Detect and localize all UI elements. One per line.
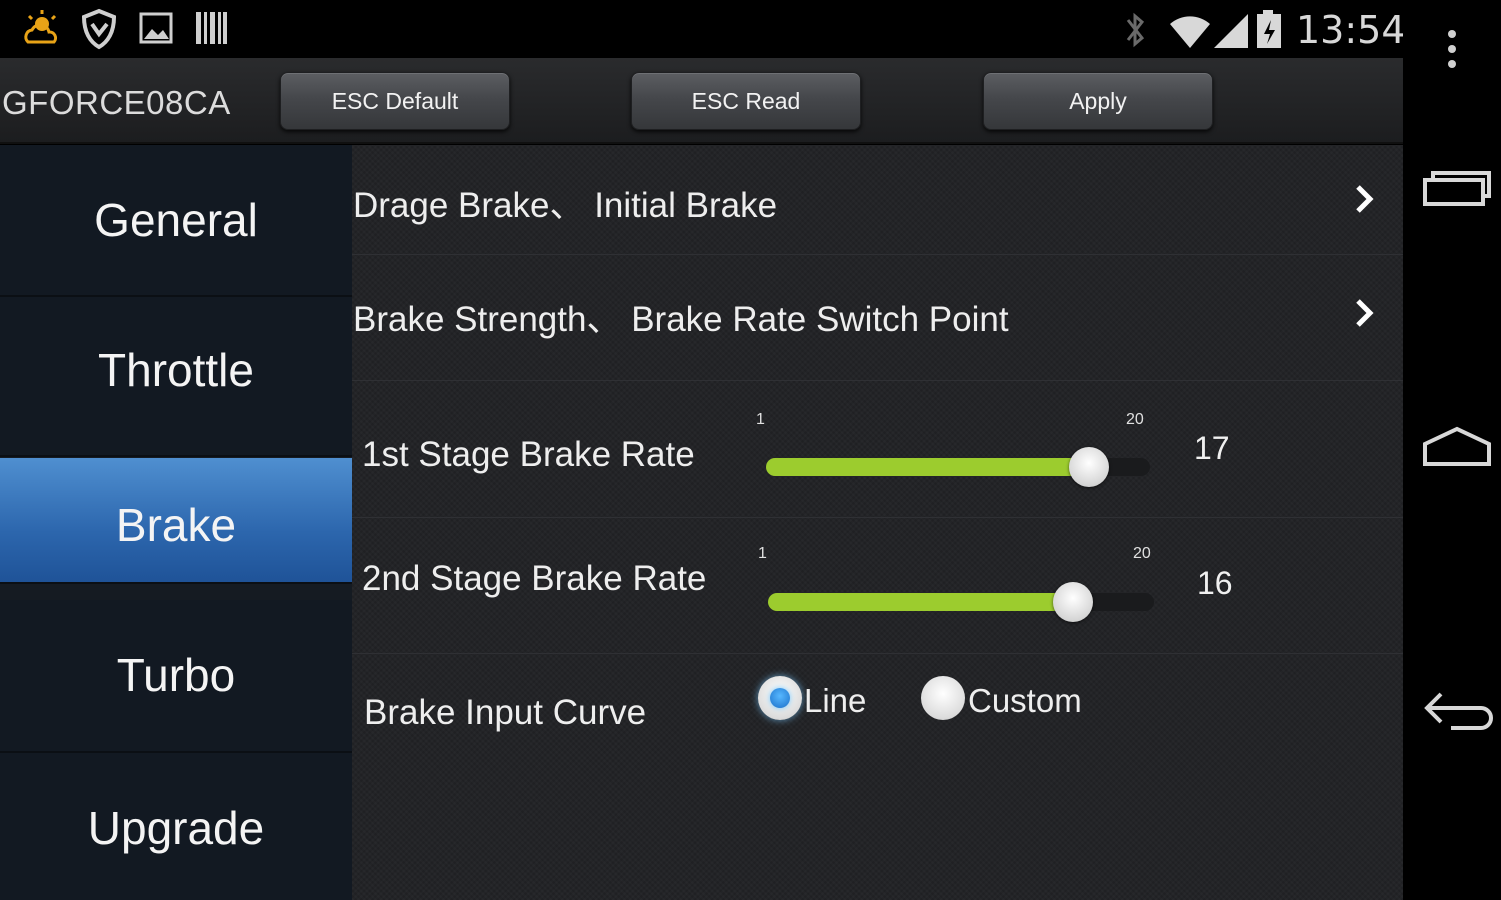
wifi-icon (1170, 16, 1210, 48)
image-icon (139, 12, 173, 44)
slider-min-label: 1 (756, 411, 765, 428)
sidebar-item-upgrade[interactable]: Upgrade (0, 753, 352, 900)
clock-time: 13:54 (1296, 8, 1406, 52)
bluetooth-icon (1126, 12, 1145, 48)
brake-settings-panel: Drage Brake、 Initial Brake Brake Strengt… (352, 145, 1403, 900)
slider-fill (768, 593, 1073, 611)
custom-radio-label[interactable]: Custom (968, 682, 1082, 720)
custom-radio[interactable] (921, 676, 965, 720)
barcode-icon (196, 12, 227, 44)
slider-thumb[interactable] (1053, 582, 1093, 622)
second-stage-brake-rate-label: 2nd Stage Brake Rate (362, 559, 707, 598)
drag-brake-row[interactable]: Drage Brake、 Initial Brake (352, 145, 1403, 255)
divider (352, 517, 1403, 518)
first-stage-brake-rate-label: 1st Stage Brake Rate (362, 435, 695, 474)
second-stage-brake-rate-slider[interactable] (768, 593, 1154, 611)
second-stage-brake-rate-value: 16 (1197, 565, 1233, 601)
brake-strength-row-label: Brake Strength、 Brake Rate Switch Point (353, 300, 1009, 339)
sidebar-item-turbo[interactable]: Turbo (0, 600, 352, 753)
sidebar-item-throttle[interactable]: Throttle (0, 297, 352, 457)
signal-icon (1214, 14, 1248, 48)
sidebar-item-label: Throttle (98, 344, 254, 396)
first-stage-brake-rate-value: 17 (1194, 430, 1230, 466)
overflow-menu-icon[interactable] (1445, 28, 1459, 70)
slider-max-label: 20 (1133, 545, 1151, 562)
esc-read-button[interactable]: ESC Read (631, 72, 861, 130)
sidebar-item-label: Upgrade (87, 802, 265, 854)
home-icon[interactable] (1421, 424, 1493, 470)
brake-strength-row[interactable]: Brake Strength、 Brake Rate Switch Point (352, 255, 1403, 381)
divider (352, 653, 1403, 654)
drag-brake-row-label: Drage Brake、 Initial Brake (353, 186, 778, 225)
slider-fill (766, 458, 1089, 476)
slider-thumb[interactable] (1069, 447, 1109, 487)
slider-min-label: 1 (758, 545, 767, 562)
apply-button[interactable]: Apply (983, 72, 1213, 130)
system-navigation (1403, 0, 1501, 900)
shield-icon (81, 8, 117, 50)
chevron-right-icon (1356, 299, 1374, 327)
line-radio-label[interactable]: Line (804, 682, 866, 720)
action-bar: GFORCE08CA ESC Default ESC Read Apply (0, 58, 1403, 144)
brake-input-curve-label: Brake Input Curve (364, 693, 647, 732)
sidebar-item-label: General (94, 194, 258, 246)
recent-apps-icon[interactable] (1421, 166, 1493, 210)
weather-icon (24, 10, 57, 44)
battery-icon (1257, 10, 1281, 48)
slider-max-label: 20 (1126, 411, 1144, 428)
back-icon[interactable] (1421, 686, 1497, 736)
sidebar-item-label: Turbo (116, 649, 236, 701)
esc-default-button[interactable]: ESC Default (280, 72, 510, 130)
sidebar-item-brake[interactable]: Brake (0, 458, 352, 584)
chevron-right-icon (1356, 185, 1374, 213)
sidebar: General Throttle Brake Turbo Upgrade (0, 145, 352, 900)
line-radio[interactable] (758, 676, 802, 720)
device-name: GFORCE08CA (2, 84, 231, 121)
status-bar: 13:54 (0, 0, 1406, 58)
sidebar-item-label: Brake (115, 499, 237, 551)
sidebar-item-general[interactable]: General (0, 145, 352, 297)
